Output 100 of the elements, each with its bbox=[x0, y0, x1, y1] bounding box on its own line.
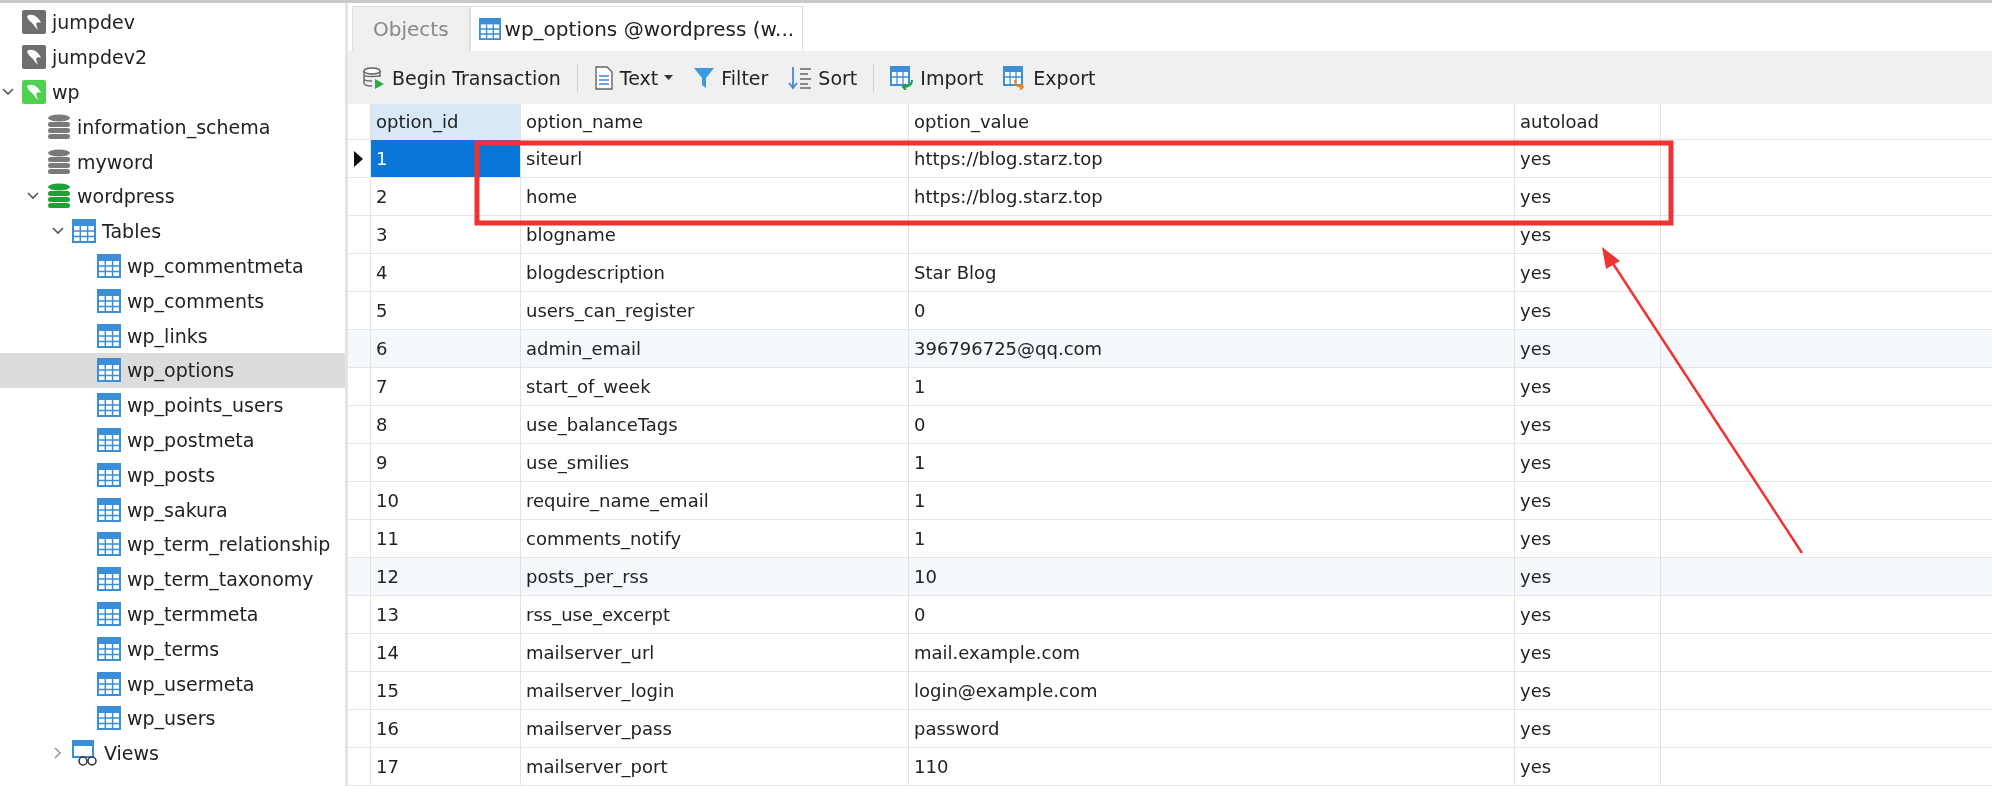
tree-item[interactable]: wp_users bbox=[0, 700, 345, 736]
toolbar-button[interactable]: Text bbox=[585, 61, 682, 94]
table-cell: yes bbox=[1520, 300, 1552, 321]
table-cell: 1 bbox=[914, 490, 926, 511]
table-icon bbox=[97, 253, 121, 278]
tree-item[interactable]: wp_postmeta bbox=[0, 422, 345, 458]
tree-item[interactable]: wp_options bbox=[0, 352, 345, 388]
chevron-right-icon[interactable] bbox=[54, 747, 62, 760]
table-icon bbox=[97, 706, 121, 731]
tab[interactable]: wp_options @wordpress (w... bbox=[469, 6, 804, 52]
table-cell: use_smilies bbox=[526, 452, 630, 473]
tree-item[interactable]: wordpress bbox=[0, 179, 345, 214]
tree-item[interactable]: Tables bbox=[0, 213, 345, 249]
table-row[interactable]: 6 admin_email 396796725@qq.com yes bbox=[348, 330, 1992, 368]
table-row[interactable]: 1 siteurl https://blog.starz.top yes bbox=[348, 140, 1992, 178]
table-cell: use_balanceTags bbox=[526, 414, 678, 435]
toolbar-button[interactable]: Begin Transaction bbox=[354, 61, 569, 94]
table-cell: 6 bbox=[376, 338, 388, 359]
table-icon bbox=[97, 323, 121, 348]
table-cell: yes bbox=[1520, 148, 1552, 169]
tree-item[interactable]: wp bbox=[0, 74, 345, 110]
tree-item[interactable]: wp_term_relationship bbox=[0, 526, 345, 562]
chevron-down-icon[interactable] bbox=[2, 88, 14, 96]
table-row[interactable]: 14 mailserver_url mail.example.com yes bbox=[348, 634, 1992, 672]
table-cell: yes bbox=[1520, 376, 1552, 397]
table-cell: yes bbox=[1520, 604, 1552, 625]
table-cell: yes bbox=[1520, 186, 1552, 207]
table-cell: 12 bbox=[376, 566, 399, 587]
tree-item[interactable]: information_schema bbox=[0, 109, 345, 145]
table-cell: 3 bbox=[376, 224, 388, 245]
table-cell: 1 bbox=[914, 528, 926, 549]
table-cell: https://blog.starz.top bbox=[914, 148, 1103, 169]
tree-item[interactable]: wp_term_taxonomy bbox=[0, 561, 345, 597]
table-row[interactable]: 4 blogdescription Star Blog yes bbox=[348, 254, 1992, 292]
tree-item[interactable]: wp_terms bbox=[0, 631, 345, 667]
table-cell: yes bbox=[1520, 756, 1552, 777]
chevron-down-icon[interactable] bbox=[52, 227, 64, 236]
tree-item[interactable]: myword bbox=[0, 144, 345, 179]
table-row[interactable]: 10 require_name_email 1 yes bbox=[348, 482, 1992, 520]
table-cell: login@example.com bbox=[914, 680, 1098, 701]
table-row[interactable]: 17 mailserver_port 110 yes bbox=[348, 748, 1992, 786]
table-icon bbox=[72, 219, 96, 244]
table-icon bbox=[97, 288, 121, 313]
table-cell: 8 bbox=[376, 414, 388, 435]
table-cell: yes bbox=[1520, 642, 1552, 663]
table-cell: 396796725@qq.com bbox=[914, 338, 1103, 359]
table-cell: require_name_email bbox=[526, 490, 709, 511]
table-cell: 0 bbox=[914, 604, 926, 625]
table-cell: mailserver_pass bbox=[526, 718, 672, 739]
table-icon bbox=[97, 567, 121, 592]
table-cell: Star Blog bbox=[914, 262, 997, 283]
tree-item[interactable]: wp_comments bbox=[0, 283, 345, 319]
column-header[interactable]: option_id bbox=[371, 104, 521, 139]
table-cell: 0 bbox=[914, 300, 926, 321]
tree-item[interactable]: wp_points_users bbox=[0, 387, 345, 423]
tree-item[interactable]: wp_sakura bbox=[0, 492, 345, 527]
table-row[interactable]: 8 use_balanceTags 0 yes bbox=[348, 406, 1992, 444]
table-cell: yes bbox=[1520, 452, 1552, 473]
table-row[interactable]: 9 use_smilies 1 yes bbox=[348, 444, 1992, 482]
caret-icon bbox=[664, 74, 674, 81]
toolbar-button[interactable]: Export bbox=[995, 61, 1104, 94]
table-row[interactable]: 5 users_can_register 0 yes bbox=[348, 292, 1992, 330]
table-cell: mail.example.com bbox=[914, 642, 1080, 663]
table-cell: 17 bbox=[376, 756, 399, 777]
tree-item[interactable]: Views bbox=[0, 735, 345, 771]
table-icon bbox=[97, 358, 121, 383]
table-row[interactable]: 2 home https://blog.starz.top yes bbox=[348, 178, 1992, 216]
database-play-icon bbox=[362, 65, 386, 90]
tree-item[interactable]: wp_usermeta bbox=[0, 666, 345, 701]
tree-item[interactable]: wp_commentmeta bbox=[0, 248, 345, 284]
table-row[interactable]: 12 posts_per_rss 10 yes bbox=[348, 558, 1992, 596]
table-row[interactable]: 13 rss_use_excerpt 0 yes bbox=[348, 596, 1992, 634]
table-row[interactable]: 15 mailserver_login login@example.com yes bbox=[348, 672, 1992, 710]
table-cell: yes bbox=[1520, 528, 1552, 549]
tree-item[interactable]: wp_termmeta bbox=[0, 596, 345, 632]
table-cell: yes bbox=[1520, 718, 1552, 739]
toolbar-button[interactable]: Import bbox=[882, 61, 992, 94]
table-cell: yes bbox=[1520, 490, 1552, 511]
table-cell: home bbox=[526, 186, 578, 207]
table-row[interactable]: 16 mailserver_pass password yes bbox=[348, 710, 1992, 748]
table-cell: siteurl bbox=[526, 148, 583, 169]
tree-item[interactable]: jumpdev2 bbox=[0, 39, 345, 75]
table-row[interactable]: 11 comments_notify 1 yes bbox=[348, 520, 1992, 558]
chevron-down-icon[interactable] bbox=[27, 192, 39, 201]
table-icon bbox=[97, 532, 121, 557]
table-cell: yes bbox=[1520, 566, 1552, 587]
table-cell: rss_use_excerpt bbox=[526, 604, 670, 625]
table-cell: mailserver_port bbox=[526, 756, 668, 777]
table-cell: yes bbox=[1520, 414, 1552, 435]
table-row[interactable]: 7 start_of_week 1 yes bbox=[348, 368, 1992, 406]
toolbar-button[interactable]: Sort bbox=[780, 61, 866, 94]
table-cell: 14 bbox=[376, 642, 399, 663]
tree-item[interactable]: wp_posts bbox=[0, 457, 345, 493]
tree-item[interactable]: wp_links bbox=[0, 318, 345, 353]
table-icon bbox=[97, 497, 121, 522]
table-cell: yes bbox=[1520, 338, 1552, 359]
tree-item[interactable]: jumpdev bbox=[0, 5, 345, 40]
table-row[interactable]: 3 blogname yes bbox=[348, 216, 1992, 254]
toolbar-button[interactable]: Filter bbox=[685, 61, 777, 94]
document-icon bbox=[593, 65, 614, 90]
